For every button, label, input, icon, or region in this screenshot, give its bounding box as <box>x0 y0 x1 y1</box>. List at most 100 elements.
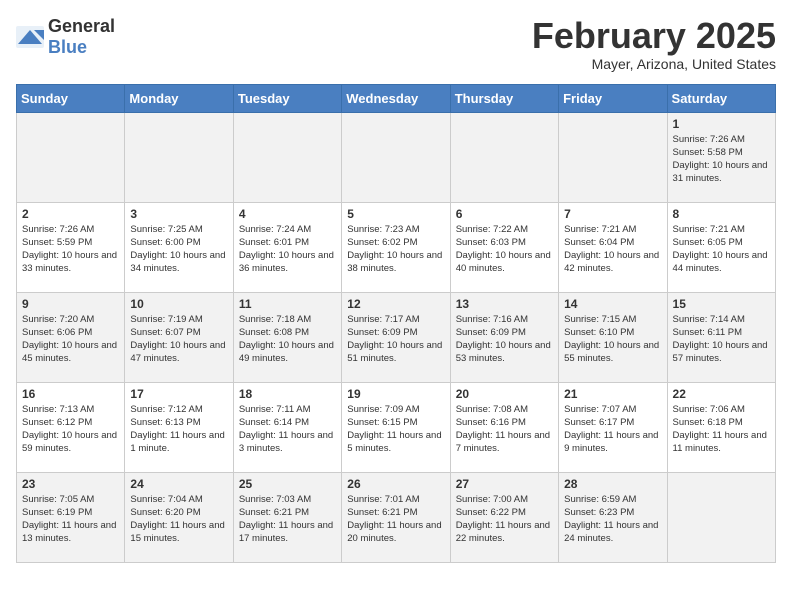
table-row: 7 Sunrise: 7:21 AM Sunset: 6:04 PM Daylig… <box>559 202 667 292</box>
table-row: 4 Sunrise: 7:24 AM Sunset: 6:01 PM Daylig… <box>233 202 341 292</box>
table-row: 19 Sunrise: 7:09 AM Sunset: 6:15 PM Dayli… <box>342 382 450 472</box>
table-row: 26 Sunrise: 7:01 AM Sunset: 6:21 PM Dayli… <box>342 472 450 562</box>
table-row: 6 Sunrise: 7:22 AM Sunset: 6:03 PM Daylig… <box>450 202 558 292</box>
table-row <box>667 472 775 562</box>
table-row: 17 Sunrise: 7:12 AM Sunset: 6:13 PM Dayli… <box>125 382 233 472</box>
table-row: 18 Sunrise: 7:11 AM Sunset: 6:14 PM Dayli… <box>233 382 341 472</box>
header-monday: Monday <box>125 84 233 112</box>
table-row: 8 Sunrise: 7:21 AM Sunset: 6:05 PM Daylig… <box>667 202 775 292</box>
day-number: 8 <box>673 207 770 221</box>
page-header: General Blue February 2025 Mayer, Arizon… <box>16 16 776 72</box>
day-number: 1 <box>673 117 770 131</box>
day-info: Sunrise: 7:21 AM Sunset: 6:04 PM Dayligh… <box>564 223 661 276</box>
day-number: 15 <box>673 297 770 311</box>
day-info: Sunrise: 7:03 AM Sunset: 6:21 PM Dayligh… <box>239 493 336 546</box>
day-info: Sunrise: 7:07 AM Sunset: 6:17 PM Dayligh… <box>564 403 661 456</box>
table-row: 24 Sunrise: 7:04 AM Sunset: 6:20 PM Dayli… <box>125 472 233 562</box>
day-number: 24 <box>130 477 227 491</box>
day-info: Sunrise: 7:22 AM Sunset: 6:03 PM Dayligh… <box>456 223 553 276</box>
day-info: Sunrise: 7:17 AM Sunset: 6:09 PM Dayligh… <box>347 313 444 366</box>
logo-icon <box>16 26 44 48</box>
table-row: 25 Sunrise: 7:03 AM Sunset: 6:21 PM Dayli… <box>233 472 341 562</box>
table-row <box>450 112 558 202</box>
calendar-week-row: 1 Sunrise: 7:26 AM Sunset: 5:58 PM Daylig… <box>17 112 776 202</box>
day-info: Sunrise: 7:13 AM Sunset: 6:12 PM Dayligh… <box>22 403 119 456</box>
day-number: 19 <box>347 387 444 401</box>
table-row: 21Sunrise: 7:07 AM Sunset: 6:17 PM Dayli… <box>559 382 667 472</box>
day-info: Sunrise: 7:00 AM Sunset: 6:22 PM Dayligh… <box>456 493 553 546</box>
day-number: 6 <box>456 207 553 221</box>
header-saturday: Saturday <box>667 84 775 112</box>
table-row <box>342 112 450 202</box>
table-row <box>559 112 667 202</box>
location: Mayer, Arizona, United States <box>532 56 776 72</box>
day-number: 17 <box>130 387 227 401</box>
day-number: 28 <box>564 477 661 491</box>
day-info: Sunrise: 7:11 AM Sunset: 6:14 PM Dayligh… <box>239 403 336 456</box>
header-friday: Friday <box>559 84 667 112</box>
table-row: 11 Sunrise: 7:18 AM Sunset: 6:08 PM Dayli… <box>233 292 341 382</box>
table-row: 9 Sunrise: 7:20 AM Sunset: 6:06 PM Daylig… <box>17 292 125 382</box>
day-number: 22 <box>673 387 770 401</box>
calendar-week-row: 9 Sunrise: 7:20 AM Sunset: 6:06 PM Daylig… <box>17 292 776 382</box>
day-info: Sunrise: 7:25 AM Sunset: 6:00 PM Dayligh… <box>130 223 227 276</box>
day-info: Sunrise: 7:06 AM Sunset: 6:18 PM Dayligh… <box>673 403 770 456</box>
day-info: Sunrise: 7:15 AM Sunset: 6:10 PM Dayligh… <box>564 313 661 366</box>
table-row: 12 Sunrise: 7:17 AM Sunset: 6:09 PM Dayli… <box>342 292 450 382</box>
day-number: 12 <box>347 297 444 311</box>
table-row: 2Sunrise: 7:26 AM Sunset: 5:59 PM Daylig… <box>17 202 125 292</box>
day-number: 23 <box>22 477 119 491</box>
day-number: 20 <box>456 387 553 401</box>
day-info: Sunrise: 7:19 AM Sunset: 6:07 PM Dayligh… <box>130 313 227 366</box>
calendar-week-row: 2Sunrise: 7:26 AM Sunset: 5:59 PM Daylig… <box>17 202 776 292</box>
header-thursday: Thursday <box>450 84 558 112</box>
table-row <box>17 112 125 202</box>
day-info: Sunrise: 7:21 AM Sunset: 6:05 PM Dayligh… <box>673 223 770 276</box>
day-number: 10 <box>130 297 227 311</box>
day-info: Sunrise: 7:01 AM Sunset: 6:21 PM Dayligh… <box>347 493 444 546</box>
day-info: Sunrise: 7:23 AM Sunset: 6:02 PM Dayligh… <box>347 223 444 276</box>
calendar-week-row: 16Sunrise: 7:13 AM Sunset: 6:12 PM Dayli… <box>17 382 776 472</box>
title-block: February 2025 Mayer, Arizona, United Sta… <box>532 16 776 72</box>
table-row: 16Sunrise: 7:13 AM Sunset: 6:12 PM Dayli… <box>17 382 125 472</box>
day-number: 9 <box>22 297 119 311</box>
header-wednesday: Wednesday <box>342 84 450 112</box>
day-info: Sunrise: 6:59 AM Sunset: 6:23 PM Dayligh… <box>564 493 661 546</box>
logo-general-text: General <box>48 16 115 36</box>
day-number: 3 <box>130 207 227 221</box>
calendar-header-row: Sunday Monday Tuesday Wednesday Thursday… <box>17 84 776 112</box>
logo-blue-text: Blue <box>48 37 87 57</box>
day-number: 13 <box>456 297 553 311</box>
day-number: 27 <box>456 477 553 491</box>
table-row: 20 Sunrise: 7:08 AM Sunset: 6:16 PM Dayli… <box>450 382 558 472</box>
day-info: Sunrise: 7:26 AM Sunset: 5:58 PM Dayligh… <box>673 133 770 186</box>
table-row: 13 Sunrise: 7:16 AM Sunset: 6:09 PM Dayli… <box>450 292 558 382</box>
day-info: Sunrise: 7:08 AM Sunset: 6:16 PM Dayligh… <box>456 403 553 456</box>
day-info: Sunrise: 7:24 AM Sunset: 6:01 PM Dayligh… <box>239 223 336 276</box>
day-info: Sunrise: 7:18 AM Sunset: 6:08 PM Dayligh… <box>239 313 336 366</box>
table-row: 10 Sunrise: 7:19 AM Sunset: 6:07 PM Dayli… <box>125 292 233 382</box>
day-info: Sunrise: 7:09 AM Sunset: 6:15 PM Dayligh… <box>347 403 444 456</box>
day-info: Sunrise: 7:14 AM Sunset: 6:11 PM Dayligh… <box>673 313 770 366</box>
table-row: 23 Sunrise: 7:05 AM Sunset: 6:19 PM Dayli… <box>17 472 125 562</box>
day-info: Sunrise: 7:20 AM Sunset: 6:06 PM Dayligh… <box>22 313 119 366</box>
day-info: Sunrise: 7:12 AM Sunset: 6:13 PM Dayligh… <box>130 403 227 456</box>
table-row: 14Sunrise: 7:15 AM Sunset: 6:10 PM Dayli… <box>559 292 667 382</box>
day-number: 4 <box>239 207 336 221</box>
day-number: 11 <box>239 297 336 311</box>
day-number: 2 <box>22 207 119 221</box>
table-row <box>125 112 233 202</box>
day-info: Sunrise: 7:04 AM Sunset: 6:20 PM Dayligh… <box>130 493 227 546</box>
day-number: 25 <box>239 477 336 491</box>
day-number: 18 <box>239 387 336 401</box>
day-number: 26 <box>347 477 444 491</box>
table-row: 28 Sunrise: 6:59 AM Sunset: 6:23 PM Dayli… <box>559 472 667 562</box>
table-row: 22 Sunrise: 7:06 AM Sunset: 6:18 PM Dayli… <box>667 382 775 472</box>
table-row: 15 Sunrise: 7:14 AM Sunset: 6:11 PM Dayli… <box>667 292 775 382</box>
day-info: Sunrise: 7:16 AM Sunset: 6:09 PM Dayligh… <box>456 313 553 366</box>
day-number: 7 <box>564 207 661 221</box>
logo: General Blue <box>16 16 115 58</box>
table-row: 1 Sunrise: 7:26 AM Sunset: 5:58 PM Daylig… <box>667 112 775 202</box>
day-info: Sunrise: 7:05 AM Sunset: 6:19 PM Dayligh… <box>22 493 119 546</box>
day-number: 5 <box>347 207 444 221</box>
